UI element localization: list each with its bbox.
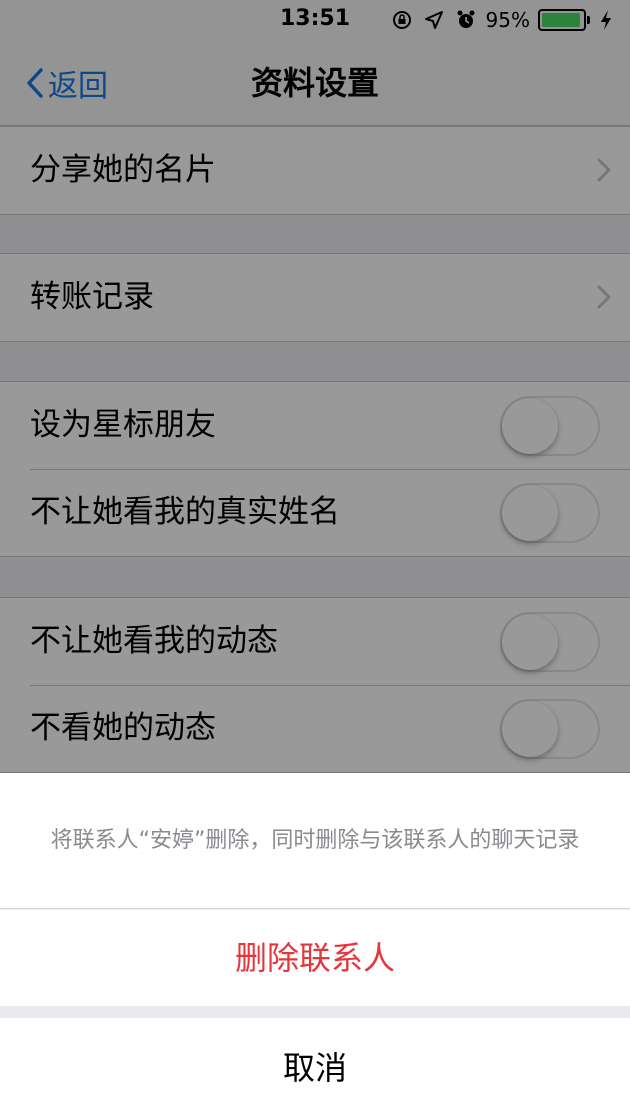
action-sheet-message: 将联系人“安婷”删除，同时删除与该联系人的聊天记录 [50, 827, 580, 853]
cancel-button[interactable]: 取消 [0, 1018, 630, 1118]
action-sheet: 将联系人“安婷”删除，同时删除与该联系人的聊天记录 删除联系人 取消 [0, 773, 630, 1118]
profile-settings-screen: 13:51 95% 返回 资料设置 分享她的名片 转账记录 设为星标朋友 不让她… [0, 0, 630, 1118]
delete-contact-button[interactable]: 删除联系人 [0, 910, 630, 1006]
action-sheet-message-box: 将联系人“安婷”删除，同时删除与该联系人的聊天记录 [0, 773, 630, 909]
